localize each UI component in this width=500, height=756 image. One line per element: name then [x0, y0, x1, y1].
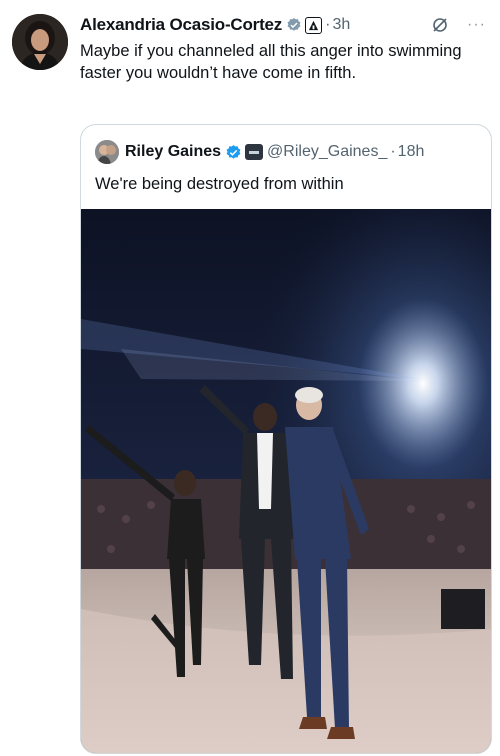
- quoted-tweet-text: We're being destroyed from within: [95, 175, 344, 193]
- quoted-tweet-photo[interactable]: [81, 209, 491, 753]
- quoted-affiliation-badge-icon[interactable]: [245, 144, 264, 160]
- quoted-author-handle[interactable]: @Riley_Gaines_: [267, 143, 387, 161]
- quoted-tweet-time[interactable]: 18h: [398, 143, 425, 161]
- quoted-author-name[interactable]: Riley Gaines: [125, 143, 221, 161]
- affiliation-badge-icon[interactable]: [305, 16, 323, 34]
- tweet-text: Maybe if you channeled all this anger in…: [80, 42, 462, 82]
- tweet-header: Alexandria Ocasio-Cortez · 3h ···: [80, 14, 490, 36]
- quoted-verified-badge-icon: [225, 144, 242, 161]
- quoted-tweet[interactable]: Riley Gaines @Riley_Gaines_ · 18h We're …: [80, 124, 492, 754]
- verified-badge-icon: [286, 17, 302, 33]
- quoted-time-separator: ·: [390, 143, 396, 160]
- author-name[interactable]: Alexandria Ocasio-Cortez: [80, 15, 282, 35]
- author-avatar[interactable]: [12, 14, 68, 70]
- quoted-tweet-header: Riley Gaines @Riley_Gaines_ · 18h: [95, 140, 425, 164]
- quoted-author-avatar[interactable]: [95, 140, 119, 164]
- grok-icon[interactable]: [431, 16, 449, 34]
- tweet-time[interactable]: 3h: [332, 16, 350, 34]
- more-icon[interactable]: ···: [467, 16, 486, 34]
- time-separator: ·: [325, 16, 331, 33]
